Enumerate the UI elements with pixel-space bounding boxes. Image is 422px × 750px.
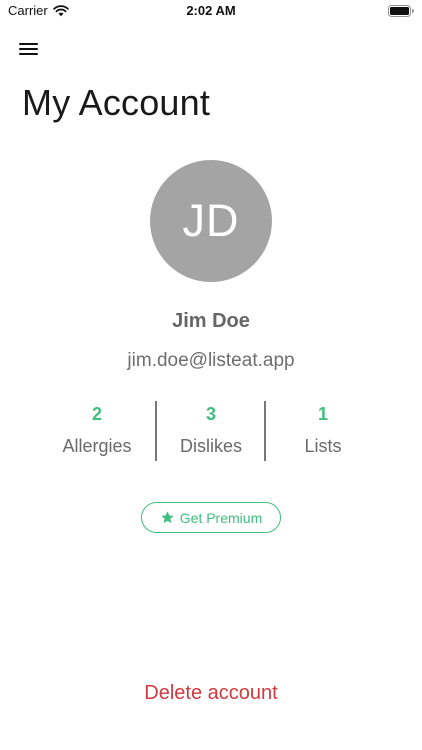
stat-dislikes[interactable]: 3 Dislikes [156,402,266,458]
stat-dislikes-label: Dislikes [179,436,242,456]
delete-account-button[interactable]: Delete account [0,682,422,705]
get-premium-label: Get Premium [179,509,263,526]
stat-lists[interactable]: 1 Lists [268,402,378,458]
stat-allergies-value: 2 [91,404,102,424]
stat-lists-label: Lists [304,436,342,456]
stat-allergies-label: Allergies [62,436,132,456]
status-time: 2:02 AM [186,3,236,18]
user-email: jim.doe@listeat.app [127,350,295,371]
status-bar: Carrier 2:02 AM [0,0,422,22]
stat-divider [264,401,266,461]
hamburger-menu-icon[interactable] [18,40,40,58]
avatar-initials: JD [182,195,240,246]
get-premium-button[interactable]: Get Premium [141,502,281,533]
stat-allergies[interactable]: 2 Allergies [42,402,152,458]
star-icon [160,510,175,525]
page-title: My Account [22,82,211,123]
avatar[interactable]: JD [150,160,272,282]
battery-icon [388,5,414,17]
stat-dislikes-value: 3 [205,404,216,424]
stat-lists-value: 1 [317,404,328,424]
user-name: Jim Doe [172,310,250,332]
